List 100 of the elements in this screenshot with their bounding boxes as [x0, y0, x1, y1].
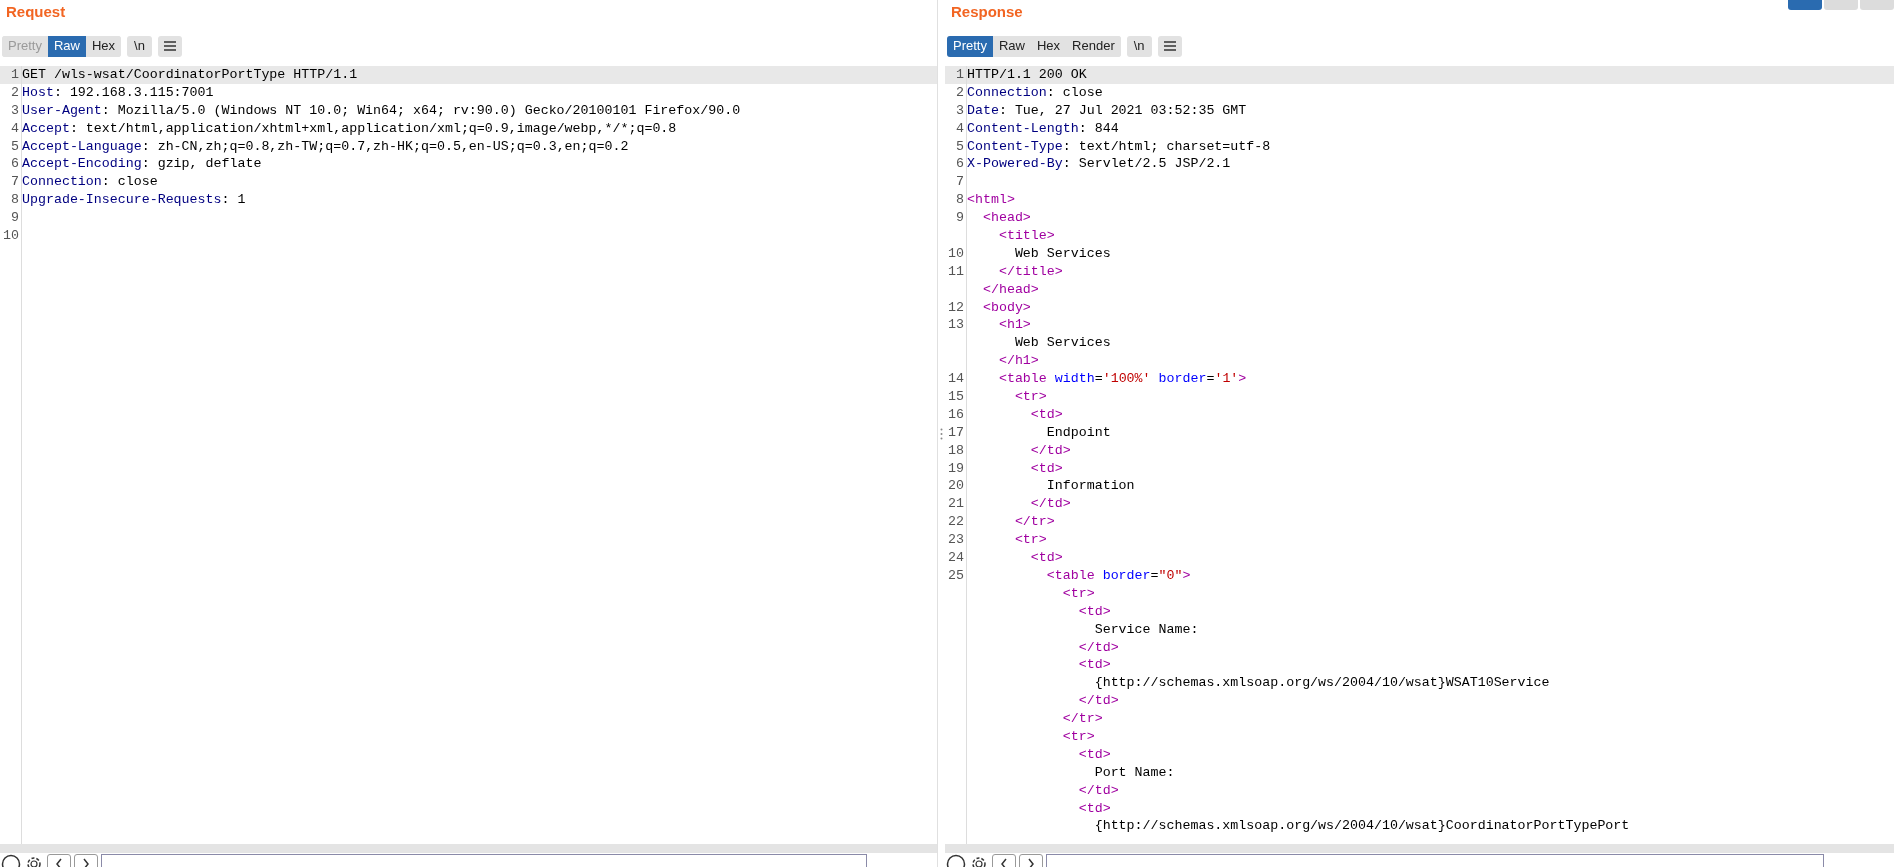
code-line: Port Name:: [1093, 763, 1175, 782]
chevron-left-icon: [55, 858, 63, 867]
code-line: Accept-Encoding: gzip, deflate: [21, 155, 262, 174]
line-number: 1: [956, 66, 964, 84]
code-line: </tr>: [1013, 513, 1055, 532]
line-number: 23: [948, 531, 964, 550]
line-number: 10: [3, 227, 19, 245]
code-line: </td>: [1029, 495, 1071, 514]
code-line: <title>: [997, 227, 1055, 245]
code-line: X-Powered-By: Servlet/2.5 JSP/2.1: [966, 155, 1231, 174]
pane-title: Request: [5, 2, 66, 22]
line-number: 11: [948, 262, 964, 281]
line-number: 25: [948, 566, 964, 585]
line-number: 18: [948, 441, 964, 460]
line-number: 15: [948, 388, 964, 406]
menu-icon: [1163, 41, 1176, 51]
code-line: <body>: [981, 298, 1031, 317]
line-number: 2: [11, 83, 19, 102]
line-number: 21: [948, 495, 964, 514]
code-line: </h1>: [997, 352, 1039, 371]
code-line: <tr>: [1013, 531, 1047, 550]
code-line: {http://schemas.xmlsoap.org/ws/2004/10/wsat}CoordinatorPortTypePort: [1093, 817, 1630, 836]
line-number: 13: [948, 316, 964, 335]
chevron-right-icon: [1027, 858, 1035, 867]
code-line: <tr>: [1061, 584, 1095, 603]
line-number: 17: [948, 423, 964, 442]
horizontal-scrollbar[interactable]: [0, 844, 937, 853]
pane-title: Response: [950, 2, 1023, 22]
splitter-handle-icon[interactable]: [940, 427, 943, 440]
line-number: 4: [956, 119, 964, 138]
line-number: 5: [11, 137, 19, 156]
menu-icon: [163, 41, 176, 51]
code-line: Host: 192.168.3.115:7001: [21, 83, 214, 102]
line-number: 7: [11, 173, 19, 192]
line-number: 3: [956, 101, 964, 120]
code-line: </title>: [997, 262, 1063, 281]
line-number: 5: [956, 137, 964, 156]
newline-toggle-button[interactable]: \n: [1126, 35, 1152, 57]
code-line: Content-Type: text/html; charset=utf-8: [966, 137, 1271, 156]
code-line: Information: [1045, 477, 1135, 496]
code-line: Accept: text/html,application/xhtml+xml,application/xml;q=0.9,image/webp,*/*;q=0.8: [21, 119, 677, 138]
code-line: <td>: [1077, 799, 1111, 818]
code-line: <tr>: [1061, 727, 1095, 746]
code-line: </head>: [981, 280, 1039, 299]
code-line: GET /wls-wsat/CoordinatorPortType HTTP/1.1: [21, 66, 358, 84]
chevron-left-icon: [1000, 858, 1008, 867]
line-number: 9: [956, 209, 964, 227]
line-number: 3: [11, 101, 19, 120]
code-line: Web Services: [1013, 244, 1111, 263]
line-number: 7: [956, 173, 964, 192]
code-line: </td>: [1029, 441, 1071, 460]
line-number: 8: [11, 191, 19, 210]
view-tab[interactable]: Pretty: [947, 35, 993, 57]
code-line: <td>: [1077, 602, 1111, 621]
view-tab[interactable]: Raw: [47, 35, 86, 57]
code-line: Upgrade-Insecure-Requests: 1: [21, 191, 246, 210]
line-number: 10: [948, 244, 964, 263]
code-line: </tr>: [1061, 710, 1103, 728]
code-line: <head>: [981, 209, 1031, 227]
code-line: <table border="0">: [1045, 566, 1191, 585]
menu-button[interactable]: [157, 35, 182, 57]
code-line: <td>: [1029, 549, 1063, 567]
line-number: 4: [11, 119, 19, 138]
newline-toggle-button[interactable]: \n: [127, 35, 152, 57]
code-line: <html>: [966, 191, 1015, 210]
code-line: Web Services: [1013, 334, 1111, 353]
code-line: Date: Tue, 27 Jul 2021 03:52:35 GMT: [966, 101, 1247, 120]
code-line: Content-Length: 844: [966, 119, 1119, 138]
code-line: Accept-Language: zh-CN,zh;q=0.8,zh-TW;q=0.7,zh-HK;q=0.5,en-US;q=0.3,en;q=0.2: [21, 137, 629, 156]
line-number: 8: [956, 191, 964, 210]
chevron-right-icon: [82, 858, 90, 867]
code-line: {http://schemas.xmlsoap.org/ws/2004/10/wsat}WSAT10Service: [1093, 674, 1550, 693]
code-line: <td>: [1029, 405, 1063, 424]
code-line: Service Name:: [1093, 620, 1199, 639]
code-line: <table width='100%' border='1'>: [997, 370, 1247, 389]
code-line: <td>: [1029, 459, 1063, 478]
line-number: 6: [11, 155, 19, 174]
menu-button[interactable]: [1157, 35, 1182, 57]
line-number: 24: [948, 549, 964, 567]
line-number: 12: [948, 298, 964, 317]
code-line: <td>: [1077, 745, 1111, 764]
code-line: Connection: close: [21, 173, 158, 192]
line-number: 22: [948, 513, 964, 532]
code-line: </td>: [1077, 692, 1119, 711]
line-number: 19: [948, 459, 964, 478]
code-line: Connection: close: [966, 83, 1103, 102]
code-line: <tr>: [1013, 388, 1047, 406]
line-number: 6: [956, 155, 964, 174]
horizontal-scrollbar[interactable]: [945, 844, 1894, 853]
line-number: 14: [948, 370, 964, 389]
code-line: Endpoint: [1045, 423, 1111, 442]
line-number: 16: [948, 405, 964, 424]
line-number: 20: [948, 477, 964, 496]
code-line: <h1>: [997, 316, 1031, 335]
code-line: </td>: [1077, 781, 1119, 800]
code-line: HTTP/1.1 200 OK: [966, 66, 1087, 84]
code-line: </td>: [1077, 638, 1119, 657]
line-number: 2: [956, 83, 964, 102]
line-number: 9: [11, 209, 19, 227]
code-line: <td>: [1077, 656, 1111, 675]
